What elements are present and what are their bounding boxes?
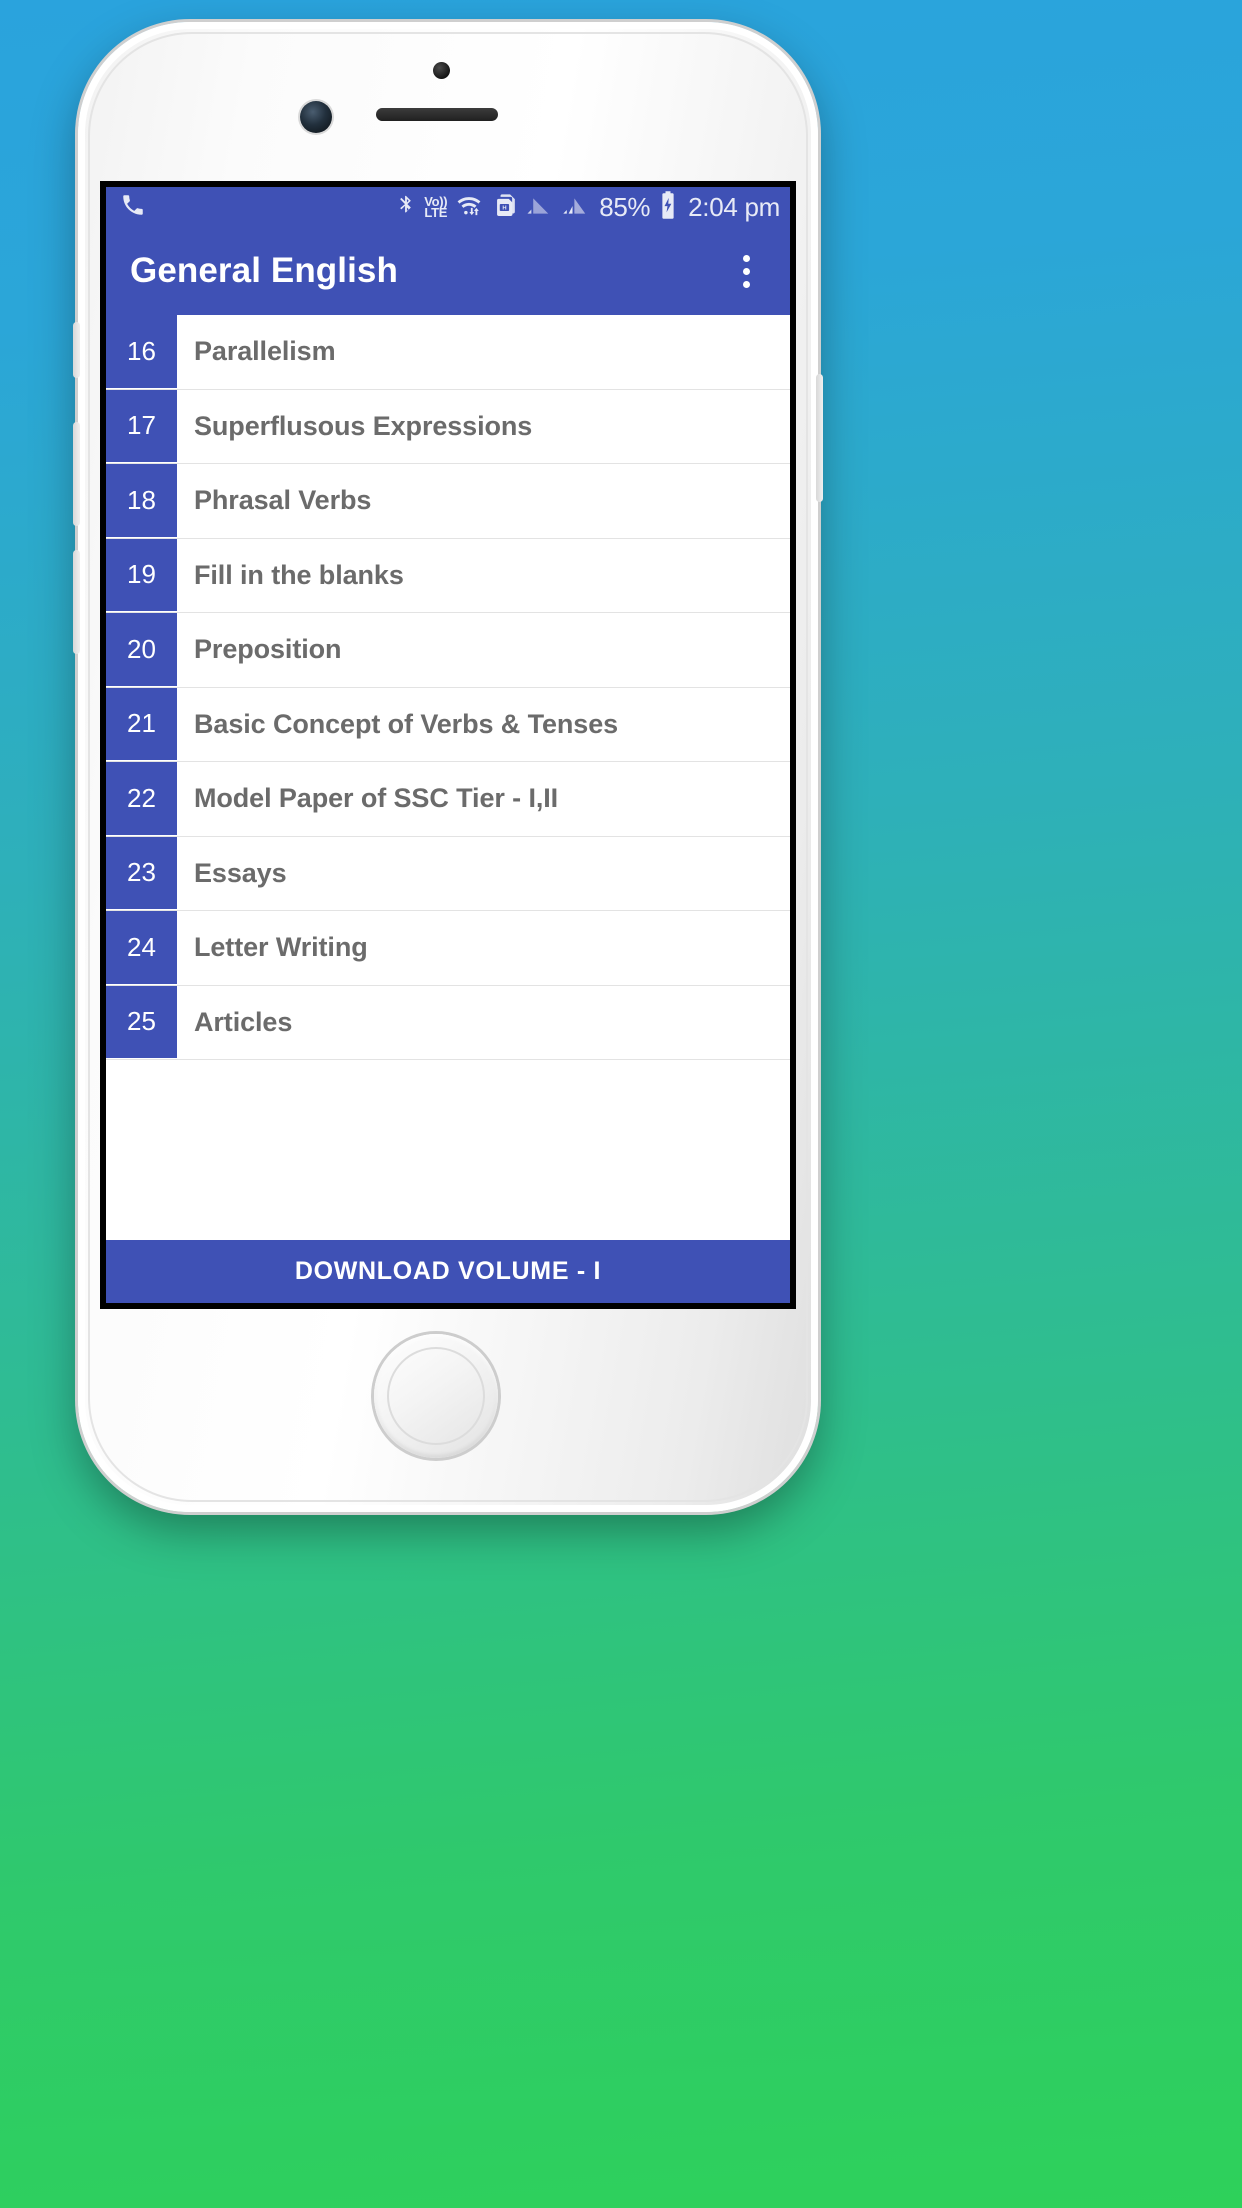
row-number: 18 [106, 464, 177, 538]
row-number: 25 [106, 985, 177, 1059]
table-row[interactable]: 23 Essays [106, 836, 790, 911]
battery-percentage: 85% [599, 191, 651, 222]
row-title: Articles [194, 1006, 293, 1037]
row-number: 17 [106, 389, 177, 463]
row-title: Essays [194, 857, 287, 888]
row-title: Superflusous Expressions [194, 410, 533, 441]
row-title: Phrasal Verbs [194, 485, 372, 516]
row-number: 24 [106, 911, 177, 985]
power-button[interactable] [816, 374, 823, 502]
screen-bezel: Vo)) LTE H 85% 2:04 pm General English 1… [100, 181, 796, 1309]
svg-text:H: H [503, 205, 507, 211]
row-number: 22 [106, 762, 177, 836]
row-number: 19 [106, 538, 177, 612]
row-title: Basic Concept of Verbs & Tenses [194, 708, 619, 739]
page-title: General English [130, 251, 398, 290]
table-row[interactable]: 19 Fill in the blanks [106, 538, 790, 613]
app-bar: General English [106, 227, 790, 315]
table-row[interactable]: 20 Preposition [106, 613, 790, 688]
front-camera-icon [300, 101, 332, 133]
table-row[interactable]: 17 Superflusous Expressions [106, 389, 790, 464]
proximity-sensor-icon [433, 62, 450, 79]
wifi-icon [454, 191, 484, 224]
battery-charging-icon [657, 190, 679, 225]
volume-down-button[interactable] [73, 550, 80, 654]
table-row[interactable]: 18 Phrasal Verbs [106, 464, 790, 539]
table-row[interactable]: 22 Model Paper of SSC Tier - I,II [106, 762, 790, 837]
topic-list[interactable]: 16 Parallelism 17 Superflusous Expressions 1… [106, 315, 790, 1215]
row-number: 23 [106, 836, 177, 910]
home-button-ring [387, 1347, 485, 1445]
status-bar: Vo)) LTE H 85% 2:04 pm [106, 187, 790, 227]
volume-up-button[interactable] [73, 422, 80, 526]
row-number: 20 [106, 613, 177, 687]
bluetooth-icon [395, 191, 417, 224]
table-row[interactable]: 16 Parallelism [106, 315, 790, 390]
row-title: Preposition [194, 634, 342, 665]
table-row[interactable]: 25 Articles [106, 985, 790, 1060]
volte-bottom-label: LTE [424, 205, 448, 220]
phone-device-frame: Vo)) LTE H 85% 2:04 pm General English 1… [73, 22, 823, 1512]
home-button[interactable] [374, 1334, 498, 1458]
volte-icon: Vo)) LTE [424, 194, 448, 220]
overflow-menu-icon[interactable] [724, 244, 768, 298]
signal-sim1-icon [524, 191, 554, 224]
row-number: 16 [106, 315, 177, 389]
status-bar-left [120, 192, 146, 223]
silent-switch[interactable] [73, 322, 80, 378]
phone-handset-icon [120, 192, 146, 223]
download-volume-label: DOWNLOAD VOLUME - I [294, 1257, 602, 1285]
overflow-dot-3 [742, 280, 750, 288]
table-row[interactable]: 21 Basic Concept of Verbs & Tenses [106, 687, 790, 762]
download-volume-button[interactable]: DOWNLOAD VOLUME - I [106, 1237, 790, 1303]
overflow-dot-2 [742, 267, 750, 275]
phone-screen: Vo)) LTE H 85% 2:04 pm General English 1… [106, 187, 790, 1303]
row-title: Parallelism [194, 336, 336, 367]
overflow-dot-1 [742, 254, 750, 262]
row-number: 21 [106, 687, 177, 761]
signal-sim2-icon [561, 191, 591, 224]
row-title: Fill in the blanks [194, 559, 404, 590]
status-bar-clock: 2:04 pm [688, 191, 780, 222]
earpiece-speaker [376, 108, 498, 121]
table-row[interactable]: 24 Letter Writing [106, 911, 790, 986]
dual-sim-icon: H [491, 191, 517, 224]
status-bar-right: Vo)) LTE H 85% 2:04 pm [395, 190, 780, 225]
row-title: Letter Writing [194, 932, 368, 963]
row-title: Model Paper of SSC Tier - I,II [194, 783, 559, 814]
